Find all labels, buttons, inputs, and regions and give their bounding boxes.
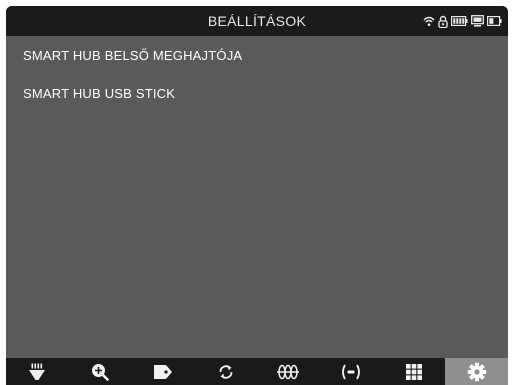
broadcast-icon bbox=[339, 363, 363, 381]
status-bar bbox=[423, 14, 502, 28]
storage-item-usb-stick[interactable]: SMART HUB USB STICK bbox=[6, 75, 508, 113]
light-tool-button[interactable] bbox=[6, 358, 69, 385]
refresh-icon bbox=[217, 363, 235, 381]
settings-icon bbox=[467, 362, 487, 382]
zoom-in-tool-button[interactable] bbox=[69, 358, 132, 385]
storage-list: SMART HUB BELSŐ MEGHAJTÓJA SMART HUB USB… bbox=[6, 37, 508, 113]
monitor-icon bbox=[471, 15, 484, 27]
tag-icon bbox=[153, 364, 173, 380]
refresh-tool-button[interactable] bbox=[194, 358, 257, 385]
battery-icon bbox=[451, 16, 468, 26]
header-bar: BEÁLLÍTÁSOK bbox=[6, 6, 508, 36]
lock-icon bbox=[438, 15, 448, 28]
light-icon bbox=[28, 363, 46, 381]
zoom-in-icon bbox=[91, 363, 109, 381]
wifi-icon bbox=[423, 16, 435, 27]
bottom-toolbar bbox=[6, 358, 508, 385]
grid-tool-button[interactable] bbox=[383, 358, 446, 385]
battery-small-icon bbox=[487, 16, 502, 26]
broadcast-tool-button[interactable] bbox=[320, 358, 383, 385]
wave-icon bbox=[276, 364, 300, 380]
wave-tool-button[interactable] bbox=[257, 358, 320, 385]
settings-content: SMART HUB BELSŐ MEGHAJTÓJA SMART HUB USB… bbox=[6, 36, 508, 358]
device-screen: BEÁLLÍTÁSOK SMART HUB BELSŐ MEGHAJTÓJA S… bbox=[6, 6, 508, 385]
storage-item-internal-drive[interactable]: SMART HUB BELSŐ MEGHAJTÓJA bbox=[6, 37, 508, 75]
settings-tool-button[interactable] bbox=[445, 358, 508, 385]
grid-icon bbox=[405, 363, 423, 381]
tag-tool-button[interactable] bbox=[132, 358, 195, 385]
